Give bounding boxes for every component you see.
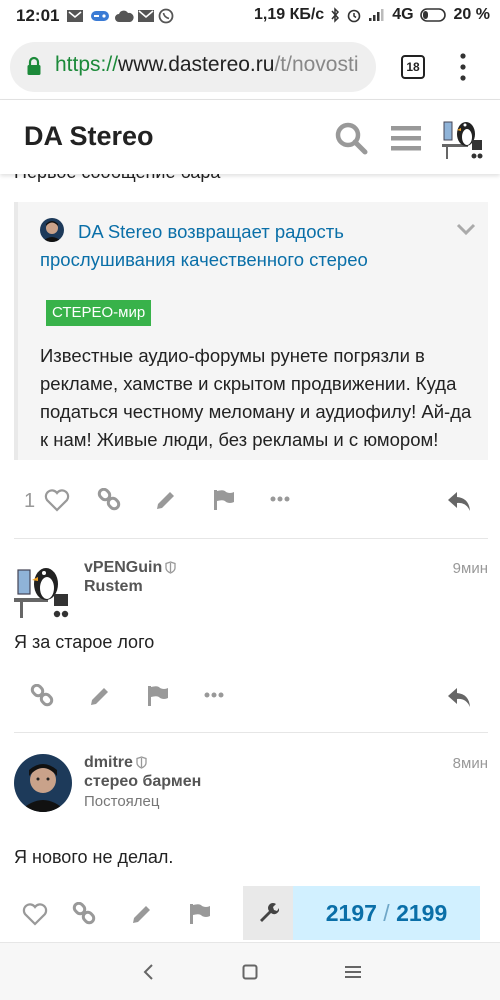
heart-icon[interactable]	[44, 488, 70, 512]
link-icon[interactable]	[97, 488, 121, 512]
shield-icon	[165, 561, 176, 574]
bottom-bar: 2197 / 2199	[0, 884, 500, 942]
browser-toolbar: https://www.dastereo.ru/t/novosti 18	[0, 34, 500, 100]
hamburger-menu-icon[interactable]	[391, 124, 421, 152]
url-path: /t/novosti	[274, 53, 359, 76]
heart-icon[interactable]	[22, 902, 48, 926]
post-avatar-dmitre[interactable]	[14, 754, 72, 812]
mail-icon	[137, 9, 155, 23]
admin-wrench-button[interactable]	[243, 886, 293, 940]
previous-post-text: Первое сообщение бара	[14, 174, 220, 183]
home-icon[interactable]	[242, 964, 258, 980]
post-body: Я нового не делал.	[14, 847, 174, 867]
progress-current: 2197	[325, 900, 377, 926]
user-avatar[interactable]	[442, 116, 484, 160]
post-body: Я за старое лого	[14, 632, 155, 652]
shield-icon	[136, 756, 147, 769]
link-icon[interactable]	[30, 684, 54, 708]
link-icon[interactable]	[72, 902, 96, 926]
reply-icon[interactable]	[446, 686, 472, 708]
progress-total: 2199	[396, 900, 448, 926]
recents-icon[interactable]	[345, 965, 361, 979]
post-time[interactable]: 8мин	[453, 755, 488, 772]
back-icon[interactable]	[142, 963, 154, 981]
signal-icon	[368, 8, 386, 22]
status-right-group: 1,19 КБ/с 4G 20 %	[254, 6, 490, 24]
battery-percent: 20 %	[453, 6, 490, 23]
net-speed: 1,19 КБ/с	[253, 6, 325, 23]
flag-icon[interactable]	[188, 902, 212, 926]
status-time: 12:01	[16, 6, 60, 25]
site-header: DA Stereo	[0, 100, 500, 174]
flag-icon[interactable]	[146, 684, 170, 708]
edit-pencil-icon[interactable]	[154, 488, 178, 512]
reply-icon[interactable]	[446, 490, 472, 512]
post-username-row[interactable]: dmitre	[84, 754, 147, 772]
like-count[interactable]: 1	[24, 490, 35, 513]
post-actions: 1	[0, 480, 500, 524]
progress-separator: /	[383, 900, 390, 926]
url-scheme: https://	[55, 53, 119, 76]
network-type: 4G	[392, 6, 414, 23]
more-options-icon[interactable]	[204, 692, 224, 698]
post-username-row[interactable]: vPENGuin	[84, 559, 176, 577]
site-logo[interactable]: DA Stereo	[24, 121, 154, 152]
edit-pencil-icon[interactable]	[130, 902, 154, 926]
topic-progress[interactable]: 2197 / 2199	[293, 886, 480, 940]
post-user-title: Rustem	[84, 578, 143, 595]
topic-progress-text: 2197 / 2199	[293, 900, 480, 927]
tab-switcher-button[interactable]: 18	[401, 55, 425, 79]
edit-pencil-icon[interactable]	[88, 684, 112, 708]
flag-icon[interactable]	[212, 488, 236, 512]
status-bar: 12:01 1,19 КБ/с 4G 20 %	[0, 0, 500, 34]
bluetooth-icon	[330, 7, 340, 23]
message-icon	[66, 9, 84, 23]
url-host: www.dastereo.ru	[118, 53, 275, 76]
post-user-title: стерео бармен	[84, 773, 202, 790]
battery-icon	[419, 8, 448, 22]
post-divider	[14, 732, 488, 733]
gamepad-icon	[90, 10, 110, 22]
post-divider	[14, 538, 488, 539]
category-badge[interactable]: СТЕРЕО-мир	[46, 300, 152, 326]
wrench-icon	[257, 901, 279, 923]
lock-icon	[26, 56, 42, 76]
browser-menu-button[interactable]	[456, 52, 470, 82]
post-avatar-vpenguin[interactable]	[14, 562, 72, 620]
post-time[interactable]: 9мин	[453, 560, 488, 577]
url-bar[interactable]: https://www.dastereo.ru/t/novosti	[10, 42, 376, 92]
system-nav-bar	[0, 942, 500, 1000]
topic-stream: Первое сообщение бара DA Stereo возвраща…	[0, 174, 500, 884]
cloud-icon	[114, 9, 134, 23]
search-icon[interactable]	[334, 121, 368, 155]
link-preview-onebox[interactable]: DA Stereo возвращает радость прослушиван…	[14, 202, 488, 460]
onebox-excerpt: Известные аудио-форумы рунете погрязли в…	[40, 345, 472, 450]
post-username[interactable]: dmitre	[84, 754, 133, 771]
post-actions	[0, 676, 500, 720]
post-username[interactable]: vPENGuin	[84, 559, 162, 576]
alarm-icon	[346, 7, 362, 23]
onebox-title-link[interactable]: DA Stereo возвращает радость прослушиван…	[40, 218, 440, 274]
post-user-rank: Постоялец	[84, 793, 160, 810]
whatsapp-icon	[158, 8, 174, 24]
more-options-icon[interactable]	[270, 496, 290, 502]
url-text[interactable]: https://www.dastereo.ru/t/novosti	[55, 53, 358, 77]
chevron-down-icon[interactable]	[456, 222, 476, 236]
